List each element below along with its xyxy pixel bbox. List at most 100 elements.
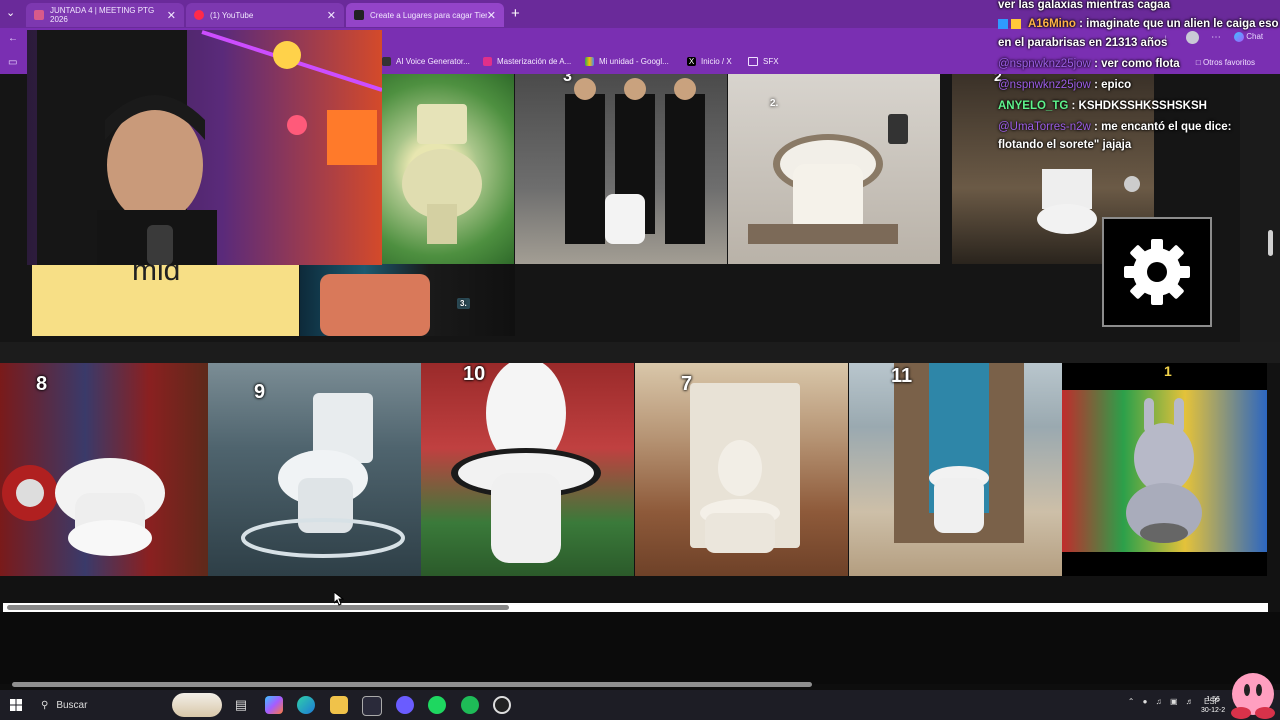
folder-icon: [748, 57, 758, 66]
network-icon[interactable]: ▣: [1170, 697, 1178, 706]
tile-number: 10: [463, 363, 486, 385]
modern-toilet-image[interactable]: 2.: [728, 74, 940, 264]
close-tab-icon[interactable]: ✕: [487, 9, 496, 22]
speaker-icon[interactable]: ♫: [1156, 697, 1162, 706]
settings-button[interactable]: [1102, 217, 1212, 327]
chat-text: : imaginate que un alien le caiga eso: [1079, 18, 1279, 30]
spotify-icon[interactable]: [428, 696, 446, 714]
ocean-toilet-image[interactable]: 9: [208, 363, 421, 576]
microphone-icon[interactable]: ●: [1143, 697, 1148, 706]
page-bottom-area: [0, 612, 1280, 684]
bookmark-google-drive[interactable]: Mi unidad - Googl...: [585, 57, 669, 66]
chat-message: @nspnwknz25jow : ver como flota: [998, 55, 1180, 74]
taskbar-search[interactable]: ⚲ Buscar: [31, 694, 161, 716]
bookmark-masterizacion[interactable]: Masterización de A...: [483, 57, 571, 66]
toilet-icon: [451, 363, 601, 563]
chat-message: ANYELO_TG : KSHDKSSHKSSHSKSH: [998, 97, 1207, 116]
horizontal-scroll-thumb[interactable]: [7, 605, 509, 610]
bookmark-label: Mi unidad - Googl...: [599, 57, 669, 66]
suits-figures-icon: [565, 78, 705, 244]
tabs-icon[interactable]: ▭: [8, 57, 17, 68]
kirby-sticker-icon: [1231, 673, 1275, 719]
horizontal-scrollbar[interactable]: [3, 603, 1268, 612]
microsoft-store-icon[interactable]: [362, 696, 382, 716]
task-view-icon[interactable]: ▤: [232, 696, 250, 714]
streamer-webcam: [27, 30, 382, 265]
chat-text: : epico: [1094, 79, 1132, 91]
chat-text: : ver como flota: [1094, 58, 1180, 70]
file-explorer-icon[interactable]: [330, 696, 348, 714]
close-tab-icon[interactable]: ✕: [327, 9, 336, 22]
webcam-image: [27, 30, 382, 265]
tile-number: 8: [36, 373, 48, 395]
search-label: Buscar: [56, 699, 88, 711]
chat-text: flotando el sorete" jajaja: [998, 139, 1132, 151]
new-tab-icon[interactable]: +: [511, 5, 520, 22]
clouds-toilet-image[interactable]: [382, 74, 514, 264]
taskbar-clock[interactable]: 1:56 30-12-2: [1201, 694, 1225, 716]
toilet-icon: [748, 114, 908, 244]
bookmark-favicon-icon: [382, 57, 391, 66]
tile-number: 9: [254, 381, 266, 403]
tier-divider: [0, 342, 1280, 363]
tile-number: 3: [563, 74, 572, 85]
discord-icon[interactable]: [396, 696, 414, 714]
bookmark-label: SFX: [763, 57, 779, 66]
clock-time: 1:56: [1206, 696, 1220, 703]
chat-text: : KSHDKSSHKSSHSKSH: [1071, 100, 1207, 112]
windows-start-icon[interactable]: [10, 699, 22, 711]
copilot-app-icon[interactable]: [265, 696, 283, 714]
gear-icon: [1124, 239, 1190, 305]
desert-toilet-image[interactable]: 7: [635, 363, 848, 576]
toilet-icon: [894, 363, 1024, 543]
toilet-icon: [690, 383, 800, 553]
beach-toilet-image[interactable]: 11: [849, 363, 1062, 576]
bookmark-favicon-icon: [483, 57, 492, 66]
chat-message: @nspnwknz25jow : epico: [998, 76, 1131, 95]
bookmark-ai-voice[interactable]: AI Voice Generator...: [382, 57, 470, 66]
men-in-suits-toilet-image[interactable]: 3: [515, 74, 727, 264]
rabbit-icon: [1126, 398, 1202, 543]
volume-icon[interactable]: ♬: [1186, 697, 1194, 706]
obs-studio-icon[interactable]: [493, 696, 511, 714]
tray-chevron-icon[interactable]: ⌃: [1128, 697, 1135, 706]
bookmark-label: AI Voice Generator...: [396, 57, 470, 66]
stadium-toilet-image[interactable]: 10: [421, 363, 634, 576]
bookmark-x[interactable]: X Inicio / X: [687, 57, 732, 66]
tile-number: 1: [1164, 363, 1172, 379]
widget-swan-icon[interactable]: [172, 693, 222, 717]
tab-list-chevron-icon[interactable]: ⌄: [6, 6, 15, 19]
chat-message: ver las galaxias mientras cagaa: [998, 0, 1170, 15]
superheroes-toilet-image[interactable]: 8: [0, 363, 213, 576]
orange-toilet-image[interactable]: 3.: [300, 264, 515, 336]
tab-juntada[interactable]: JUNTADA 4 | MEETING PTG 2026 ✕: [26, 3, 184, 27]
toilet-icon: [402, 104, 482, 244]
search-icon: ⚲: [41, 699, 49, 711]
bookmark-sfx[interactable]: SFX: [748, 57, 779, 66]
back-icon[interactable]: ←: [8, 33, 18, 44]
tierlist-favicon-icon: [354, 10, 364, 20]
chat-username: @nspnwknz25jow: [998, 58, 1091, 70]
chat-badge-icon: [1011, 18, 1022, 29]
close-tab-icon[interactable]: ✕: [167, 9, 176, 22]
cartoon-rabbit-toilet-image[interactable]: 1: [1062, 363, 1267, 576]
x-logo-icon: X: [687, 57, 696, 66]
tab-tierlist[interactable]: Create a Lugares para cagar Tier L ✕: [346, 3, 504, 27]
mouse-cursor-icon: [334, 592, 344, 606]
page-horizontal-scroll-thumb[interactable]: [12, 682, 812, 687]
toilet-icon: [320, 274, 430, 336]
tab-favicon-icon: [34, 10, 44, 20]
chat-message: flotando el sorete" jajaja: [998, 136, 1131, 155]
edge-browser-icon[interactable]: [297, 696, 315, 714]
tier-label-card[interactable]: mid: [32, 254, 299, 336]
chat-message: @UmaTorres-n2w : me encantó el que dice:: [998, 118, 1231, 137]
spotify-alt-icon[interactable]: [461, 696, 479, 714]
tab-youtube[interactable]: (1) YouTube ✕: [186, 3, 344, 27]
tile-number: 7: [681, 373, 693, 395]
tab-label: JUNTADA 4 | MEETING PTG 2026: [50, 6, 155, 24]
chat-text: ver las galaxias mientras cagaa: [998, 0, 1170, 11]
youtube-favicon-icon: [194, 10, 204, 20]
vertical-scroll-thumb[interactable]: [1268, 230, 1273, 256]
bookmark-label: Masterización de A...: [497, 57, 572, 66]
bookmark-label: Inicio / X: [701, 57, 732, 66]
